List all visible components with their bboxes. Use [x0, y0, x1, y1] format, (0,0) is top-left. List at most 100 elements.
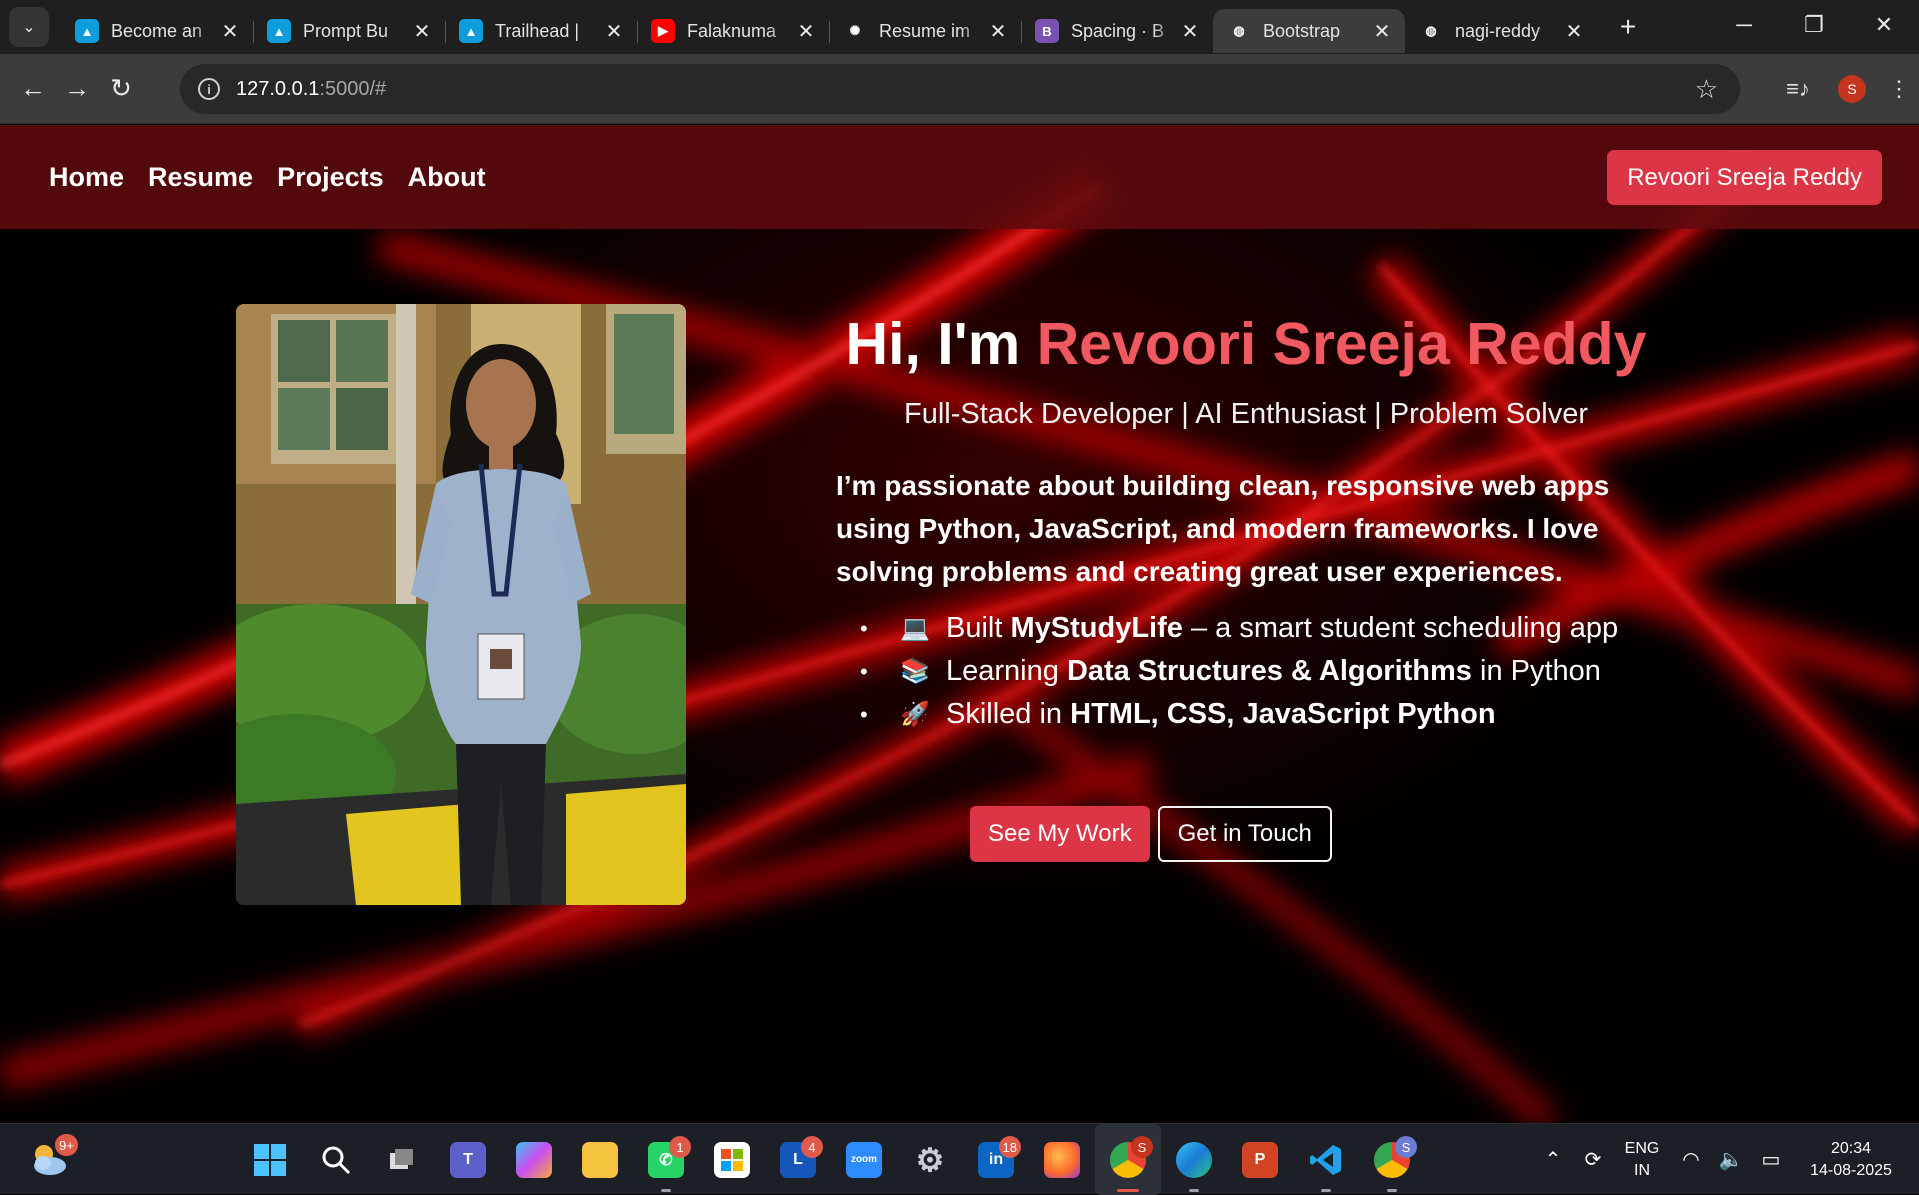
tab-search-button[interactable]: ⌄ [9, 7, 49, 47]
highlight-item: • 💻 Built MyStudyLife – a smart student sc… [860, 607, 1656, 650]
browser-tab[interactable]: ◍ Bootstrap ✕ [1213, 9, 1405, 53]
start-icon [252, 1142, 288, 1178]
highlight-emoji-icon: 📚 [900, 658, 930, 685]
brand-name-button[interactable]: Revoori Sreeja Reddy [1607, 150, 1882, 205]
browser-tab[interactable]: ▲ Trailhead | ✕ [445, 9, 637, 53]
clock[interactable]: 20:34 14-08-2025 [1791, 1138, 1911, 1182]
running-indicator [1189, 1189, 1199, 1192]
notification-badge: S [1395, 1136, 1417, 1158]
windows-taskbar: 9+ T ✆ 1 L 4 zoom ⚙ in 18 S P S ⌃ ⟳ ENG IN ◠ 🔈 ▭ 20:… [0, 1123, 1919, 1195]
tab-close-icon[interactable]: ✕ [1563, 19, 1585, 44]
browser-tab[interactable]: ▶ Falaknuma ✕ [637, 9, 829, 53]
settings-icon: ⚙ [915, 1141, 945, 1178]
globe-icon: ◍ [1227, 19, 1251, 43]
globe-icon: ◍ [1419, 19, 1443, 43]
bullet-icon: • [860, 702, 868, 727]
url-text[interactable]: 127.0.0.1:5000/# [236, 78, 386, 101]
toolbar-actions: ≡♪ S ⋮ [1771, 54, 1919, 124]
hero-section: Hi, I'm Revoori Sreeja Reddy Full-Stack … [836, 310, 1656, 736]
start-taskbar-button[interactable] [237, 1124, 303, 1195]
highlights-list: • 💻 Built MyStudyLife – a smart student sc… [860, 607, 1656, 736]
nav-link-resume[interactable]: Resume [148, 162, 253, 193]
bookmark-star-icon[interactable]: ☆ [1695, 74, 1718, 105]
weather-badge: 9+ [55, 1134, 78, 1156]
tab-title: Falaknuma [687, 20, 777, 41]
language-indicator[interactable]: ENG IN [1613, 1138, 1671, 1182]
tab-close-icon[interactable]: ✕ [411, 19, 433, 44]
site-info-icon[interactable]: i [198, 78, 220, 100]
highlight-item: • 🚀 Skilled in HTML, CSS, JavaScript Pytho… [860, 693, 1656, 736]
get-in-touch-button[interactable]: Get in Touch [1157, 806, 1332, 862]
window-controls: ─ ❐ ✕ [1709, 0, 1919, 50]
nav-link-about[interactable]: About [408, 162, 486, 193]
menu-kebab-icon[interactable]: ⋮ [1879, 76, 1919, 102]
powerpoint-taskbar-button[interactable]: P [1227, 1124, 1293, 1195]
settings-taskbar-button[interactable]: ⚙ [897, 1124, 963, 1195]
browser-tab[interactable]: ◍ nagi-reddy ✕ [1405, 9, 1597, 53]
sync-icon[interactable]: ⟳ [1573, 1147, 1613, 1172]
close-window-button[interactable]: ✕ [1849, 0, 1919, 50]
battery-icon[interactable]: ▭ [1751, 1147, 1791, 1172]
system-tray: ⌃ ⟳ ENG IN ◠ 🔈 ▭ 20:34 14-08-2025 [1533, 1124, 1919, 1195]
chrome-profile-taskbar-button[interactable]: S [1359, 1124, 1425, 1195]
tab-close-icon[interactable]: ✕ [1179, 19, 1201, 44]
media-control-icon[interactable]: ≡♪ [1771, 76, 1825, 102]
hero-heading: Hi, I'm Revoori Sreeja Reddy [845, 311, 1647, 377]
browser-tab[interactable]: ▲ Become an ✕ [61, 9, 253, 53]
reload-button[interactable]: ↻ [101, 69, 141, 109]
browser-tab[interactable]: ▲ Prompt Bu ✕ [253, 9, 445, 53]
search-taskbar-button[interactable] [303, 1124, 369, 1195]
tab-close-icon[interactable]: ✕ [795, 19, 817, 44]
tab-title: Become an [111, 20, 203, 41]
running-indicator [1117, 1189, 1139, 1192]
restore-button[interactable]: ❐ [1779, 0, 1849, 50]
see-my-work-button[interactable]: See My Work [970, 806, 1150, 862]
search-icon [318, 1142, 354, 1178]
chrome-taskbar-button[interactable]: S [1095, 1124, 1161, 1195]
copilot-taskbar-button[interactable] [501, 1124, 567, 1195]
tab-title: Trailhead | [495, 20, 580, 41]
notification-badge: 1 [669, 1136, 691, 1158]
vscode-taskbar-button[interactable] [1293, 1124, 1359, 1195]
store-taskbar-button[interactable] [699, 1124, 765, 1195]
tab-close-icon[interactable]: ✕ [1371, 19, 1393, 44]
volume-icon[interactable]: 🔈 [1711, 1147, 1751, 1172]
chevron-up-icon[interactable]: ⌃ [1533, 1147, 1573, 1172]
tab-close-icon[interactable]: ✕ [603, 19, 625, 44]
profile-photo-illustration [236, 304, 686, 905]
wifi-icon[interactable]: ◠ [1671, 1147, 1711, 1172]
profile-photo [236, 304, 686, 905]
profile-avatar[interactable]: S [1838, 75, 1866, 103]
minimize-button[interactable]: ─ [1709, 0, 1779, 50]
nav-link-home[interactable]: Home [49, 162, 124, 193]
browser-tab[interactable]: B Spacing · B ✕ [1021, 9, 1213, 53]
bullet-icon: • [860, 659, 868, 684]
nav-link-projects[interactable]: Projects [277, 162, 384, 193]
forward-button[interactable]: → [57, 69, 97, 109]
tab-close-icon[interactable]: ✕ [219, 19, 241, 44]
highlight-emoji-icon: 🚀 [900, 701, 930, 728]
zoom-taskbar-button[interactable]: zoom [831, 1124, 897, 1195]
browser-tab[interactable]: ✺ Resume im ✕ [829, 9, 1021, 53]
task-view-taskbar-button[interactable] [369, 1124, 435, 1195]
edge-icon [1176, 1141, 1212, 1178]
hero-actions: See My Work Get in Touch [970, 806, 1332, 862]
weather-widget[interactable]: 9+ [28, 1134, 78, 1180]
tab-close-icon[interactable]: ✕ [987, 19, 1009, 44]
task-view-icon [384, 1142, 420, 1178]
address-bar[interactable]: i 127.0.0.1:5000/# ☆ [180, 64, 1740, 114]
whatsapp-taskbar-button[interactable]: ✆ 1 [633, 1124, 699, 1195]
linkedin-taskbar-button[interactable]: in 18 [963, 1124, 1029, 1195]
back-button[interactable]: ← [13, 69, 53, 109]
store-icon [714, 1141, 750, 1178]
tab-list: ▲ Become an ✕ ▲ Prompt Bu ✕ ▲ Trailhead | ✕ ▶ Fala… [61, 0, 1597, 54]
site-navbar: Home Resume Projects About Revoori Sreeja R… [0, 125, 1919, 229]
file-explorer-taskbar-button[interactable] [567, 1124, 633, 1195]
edge-taskbar-button[interactable] [1161, 1124, 1227, 1195]
firefox-taskbar-button[interactable] [1029, 1124, 1095, 1195]
hero-subtitle: Full-Stack Developer | AI Enthusiast | P… [904, 398, 1588, 430]
nav-links: Home Resume Projects About [49, 162, 510, 193]
teams-taskbar-button[interactable]: T [435, 1124, 501, 1195]
l-app-taskbar-button[interactable]: L4 [765, 1124, 831, 1195]
new-tab-button[interactable]: + [1611, 11, 1645, 43]
